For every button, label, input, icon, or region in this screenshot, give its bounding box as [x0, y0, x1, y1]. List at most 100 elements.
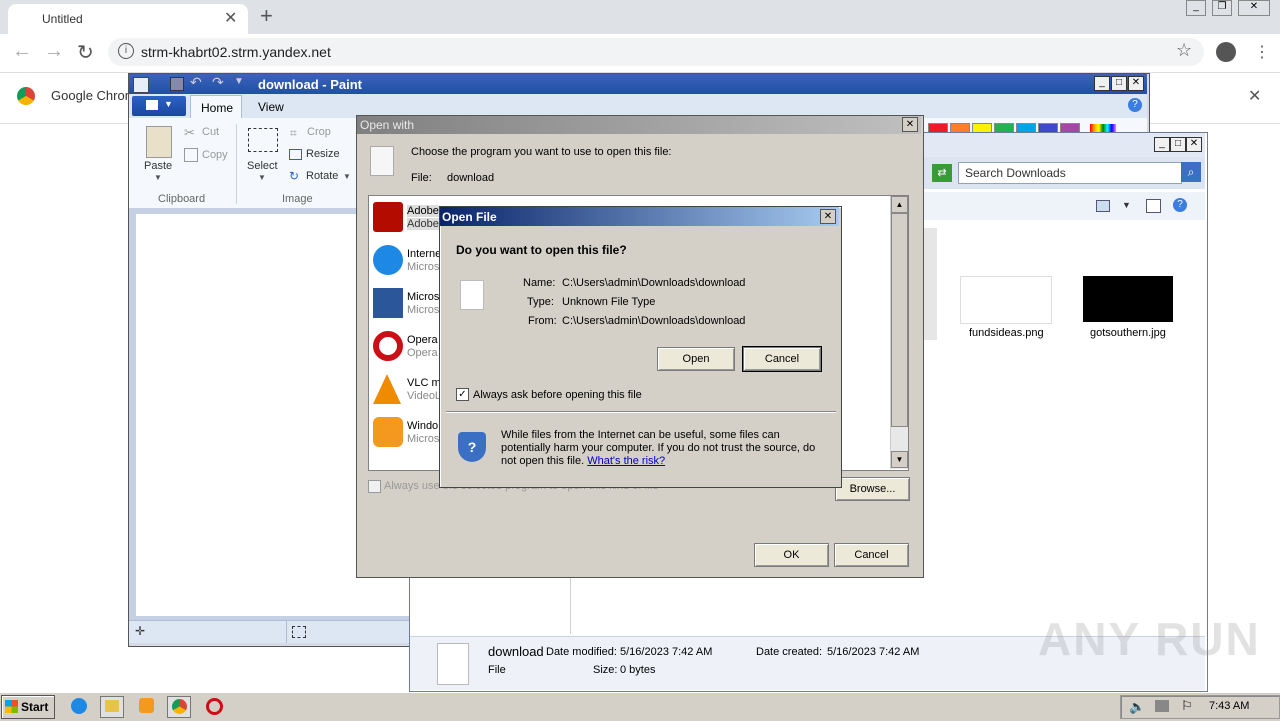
search-downloads-field[interactable]: Search Downloads — [958, 162, 1182, 184]
profile-icon[interactable] — [1216, 42, 1236, 62]
type-label: Type: — [527, 296, 554, 308]
view-dropdown-icon[interactable]: ▼ — [1122, 200, 1131, 210]
copy-button[interactable]: Copy — [202, 149, 228, 161]
restore-browser-icon[interactable]: ❐ — [1212, 0, 1232, 16]
program-item-word[interactable]: Micros Micros — [369, 286, 439, 326]
details-type: File — [488, 664, 506, 676]
program-item-vlc[interactable]: VLC me VideoL — [369, 372, 439, 412]
name-label: Name: — [523, 277, 556, 289]
file-item[interactable]: gotsouthern.jpg — [1083, 276, 1175, 346]
select-dropdown-icon[interactable]: ▼ — [258, 173, 266, 182]
details-file-icon — [437, 643, 469, 685]
help-icon[interactable]: ? — [1128, 98, 1142, 112]
bookmark-star-icon[interactable]: ☆ — [1176, 40, 1192, 61]
paste-dropdown-icon[interactable]: ▼ — [154, 173, 162, 182]
select-button[interactable]: Select — [247, 160, 278, 172]
search-icon[interactable]: ⌕ — [1181, 162, 1201, 182]
list-scrollbar[interactable]: ▲ ▼ — [890, 196, 908, 469]
program-item-media-player[interactable]: Windo Micros — [369, 415, 439, 455]
scroll-thumb[interactable] — [891, 213, 908, 427]
explorer-maximize-icon[interactable]: □ — [1170, 137, 1186, 152]
info-icon[interactable]: i — [118, 43, 134, 59]
preview-pane-icon[interactable] — [1146, 199, 1161, 213]
action-center-icon[interactable]: ⚐ — [1181, 698, 1193, 714]
resize-icon — [289, 149, 302, 160]
close-tab-icon[interactable]: ✕ — [224, 8, 237, 28]
paste-button[interactable]: Paste — [144, 160, 172, 172]
explorer-close-icon[interactable]: ✕ — [1186, 137, 1202, 152]
taskbar-media-player-icon[interactable] — [135, 696, 157, 716]
clock[interactable]: 7:43 AM — [1209, 700, 1249, 712]
tab-home[interactable]: Home — [190, 95, 242, 120]
details-modified-label: Date modified: — [546, 646, 617, 658]
security-shield-icon: ? — [458, 432, 486, 462]
redo-icon[interactable]: ↷ — [212, 74, 224, 91]
taskbar-opera-icon[interactable] — [203, 696, 225, 716]
forward-icon[interactable]: → — [44, 40, 64, 63]
explorer-minimize-icon[interactable]: _ — [1154, 137, 1170, 152]
program-item-opera[interactable]: Opera Opera — [369, 329, 439, 369]
status-separator — [286, 621, 287, 643]
resize-button[interactable]: Resize — [306, 148, 340, 160]
taskbar-ie-icon[interactable] — [68, 696, 90, 716]
open-file-close-icon[interactable]: ✕ — [820, 209, 836, 224]
open-with-ok-button[interactable]: OK — [754, 543, 829, 567]
paint-maximize-icon[interactable]: □ — [1111, 76, 1127, 91]
network-icon[interactable] — [1155, 700, 1169, 712]
paint-menu-button[interactable]: ▼ — [132, 96, 186, 116]
program-item-adobe[interactable]: Adobe Adobe — [369, 200, 439, 240]
file-item[interactable]: fundsideas.png — [960, 276, 1052, 346]
address-bar[interactable]: i strm-khabrt02.strm.yandex.net ☆ — [108, 38, 1204, 66]
view-options-icon[interactable] — [1096, 200, 1110, 212]
from-value: C:\Users\admin\Downloads\download — [562, 315, 746, 327]
start-button[interactable]: Start — [1, 695, 55, 719]
open-with-close-icon[interactable]: ✕ — [902, 117, 918, 132]
quick-access-dropdown-icon[interactable]: ▼ — [234, 76, 244, 87]
scroll-down-icon[interactable]: ▼ — [891, 451, 908, 468]
paste-icon[interactable] — [146, 126, 172, 158]
open-button[interactable]: Open — [657, 347, 735, 371]
file-label: File: — [411, 172, 432, 184]
cursor-position-icon: ✛ — [135, 624, 146, 638]
paint-app-icon[interactable] — [133, 77, 149, 93]
minimize-browser-icon[interactable]: _ — [1186, 0, 1206, 16]
tab-view[interactable]: View — [258, 100, 284, 114]
program-item-internet-explorer[interactable]: Interne Micros — [369, 243, 439, 283]
internet-explorer-icon — [373, 245, 403, 275]
always-ask-checkbox[interactable]: ✓ — [456, 388, 469, 401]
infobar-text: Google Chrom — [51, 88, 136, 103]
rotate-dropdown-icon[interactable]: ▼ — [343, 172, 351, 181]
cut-button[interactable]: Cut — [202, 126, 219, 138]
tab-title: Untitled — [42, 12, 83, 26]
select-icon[interactable] — [248, 128, 278, 152]
volume-icon[interactable]: 🔈 — [1129, 699, 1145, 715]
open-file-cancel-button[interactable]: Cancel — [742, 346, 822, 372]
infobar-close-icon[interactable]: ✕ — [1248, 86, 1261, 106]
rotate-button[interactable]: Rotate — [306, 170, 338, 182]
scroll-up-icon[interactable]: ▲ — [891, 196, 908, 213]
ok-label: OK — [783, 549, 800, 561]
browse-label: Browse... — [849, 483, 896, 495]
back-icon[interactable]: ← — [12, 40, 32, 63]
save-icon[interactable] — [170, 77, 184, 91]
close-browser-icon[interactable]: ✕ — [1238, 0, 1270, 16]
crop-button[interactable]: Crop — [307, 126, 331, 138]
open-with-cancel-button[interactable]: Cancel — [834, 543, 909, 567]
browse-button[interactable]: Browse... — [835, 477, 910, 501]
paint-close-icon[interactable]: ✕ — [1128, 76, 1144, 91]
taskbar-explorer-icon[interactable] — [100, 696, 124, 718]
new-tab-icon[interactable]: + — [260, 3, 273, 29]
file-name: fundsideas.png — [969, 327, 1044, 339]
always-use-checkbox[interactable] — [368, 480, 381, 493]
security-warning: While files from the Internet can be use… — [501, 429, 826, 468]
paint-minimize-icon[interactable]: _ — [1094, 76, 1110, 91]
refresh-icon[interactable]: ⇄ — [932, 164, 952, 182]
browser-tab[interactable]: Untitled ✕ — [8, 4, 248, 34]
whats-the-risk-link[interactable]: What's the risk? — [587, 455, 665, 467]
word-icon — [373, 288, 403, 318]
menu-icon[interactable]: ⋮ — [1254, 42, 1270, 62]
explorer-help-icon[interactable]: ? — [1173, 198, 1187, 212]
taskbar-chrome-icon[interactable] — [167, 696, 191, 718]
undo-icon[interactable]: ↶ — [190, 74, 202, 91]
reload-icon[interactable]: ↻ — [77, 40, 94, 65]
